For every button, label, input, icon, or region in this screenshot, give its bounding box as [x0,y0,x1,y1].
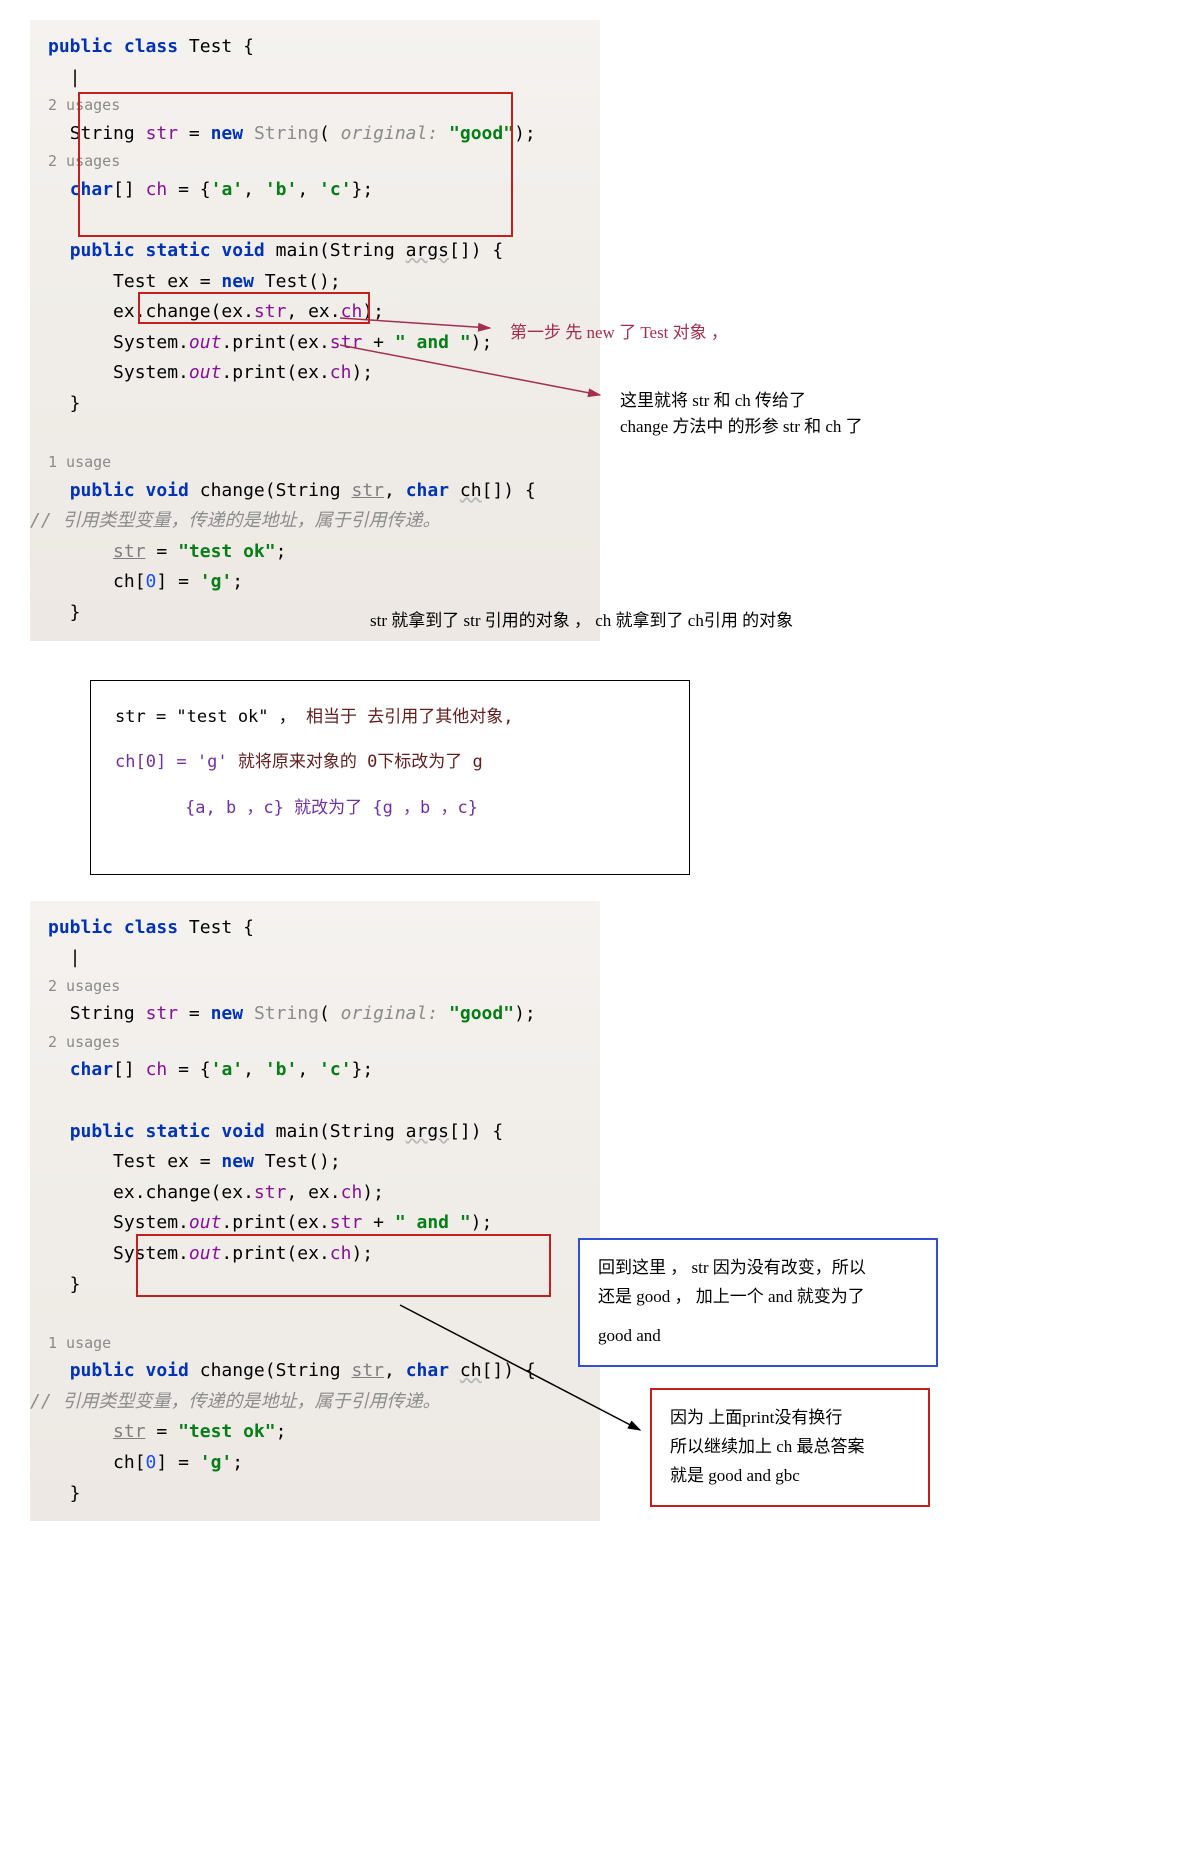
change-assign-str: str = "test ok"; [30,1417,600,1448]
note-line3: {a, b ，c} 就改为了 {g ，b ，c} [115,790,665,827]
anno-refs: str 就拿到了 str 引用的对象 ， ch 就拿到了 ch引用 的对象 [370,608,793,634]
usages-hint: 1 usage [30,450,600,476]
main-sig: public static void main(String args[]) { [30,236,600,267]
callout-line: 因为 上面print没有换行 [670,1404,910,1433]
main-print1: System.out.print(ex.str + " and "); [30,1208,600,1239]
main-new-test: Test ex = new Test(); [30,267,600,298]
code-block-bottom: public class Test { | 2 usages String st… [30,901,600,1522]
close-brace: } [30,389,600,420]
callout-blue: 回到这里 ， str 因为没有改变，所以 还是 good ， 加上一个 and … [578,1238,938,1367]
comment-line: // 引用类型变量，传递的是地址，属于引用传递。 [30,1387,600,1418]
main-print2: System.out.print(ex.ch); [30,1239,600,1270]
callout-line: good and [598,1322,918,1351]
main-new-test: Test ex = new Test(); [30,1147,600,1178]
cursor-row: | [30,63,600,94]
class-decl: public class Test { [30,913,600,944]
callout-red: 因为 上面print没有换行 所以继续加上 ch 最总答案 就是 good an… [650,1388,930,1507]
change-assign-str: str = "test ok"; [30,537,600,568]
field-str: String str = new String( original: "good… [30,999,600,1030]
cursor-row: | [30,943,600,974]
usages-hint: 2 usages [30,1030,600,1056]
note-line1: str = "test ok" ， 相当于 去引用了其他对象, [115,699,665,736]
usages-hint: 2 usages [30,93,600,119]
change-sig: public void change(String str, char ch[]… [30,1356,600,1387]
field-ch: char[] ch = {'a', 'b', 'c'}; [30,175,600,206]
callout-line: 就是 good and gbc [670,1462,910,1491]
comment-line: // 引用类型变量，传递的是地址，属于引用传递。 [30,506,600,537]
main-print2: System.out.print(ex.ch); [30,358,600,389]
change-assign-ch: ch[0] = 'g'; [30,567,600,598]
note-line2: ch[0] = 'g' 就将原来对象的 0下标改为了 g [115,744,665,781]
anno-step1: 第一步 先 new 了 Test 对象 ， [510,320,728,346]
main-change-call: ex.change(ex.str, ex.ch); [30,1178,600,1209]
usages-hint: 2 usages [30,149,600,175]
explanation-box: str = "test ok" ， 相当于 去引用了其他对象, ch[0] = … [90,680,690,875]
close-brace: } [30,1270,600,1301]
class-decl: public class Test { [30,32,600,63]
field-ch: char[] ch = {'a', 'b', 'c'}; [30,1055,600,1086]
callout-line: 回到这里 ， str 因为没有改变，所以 [598,1254,918,1283]
usages-hint: 2 usages [30,974,600,1000]
anno-pass-to-change: 这里就将 str 和 ch 传给了change 方法中 的形参 str 和 ch… [620,388,863,439]
callout-line: 还是 good ， 加上一个 and 就变为了 [598,1283,918,1312]
main-sig: public static void main(String args[]) { [30,1117,600,1148]
callout-line: 所以继续加上 ch 最总答案 [670,1433,910,1462]
usages-hint: 1 usage [30,1331,600,1357]
change-assign-ch: ch[0] = 'g'; [30,1448,600,1479]
change-sig: public void change(String str, char ch[]… [30,476,600,507]
field-str: String str = new String( original: "good… [30,119,600,150]
close-brace: } [30,1479,600,1510]
